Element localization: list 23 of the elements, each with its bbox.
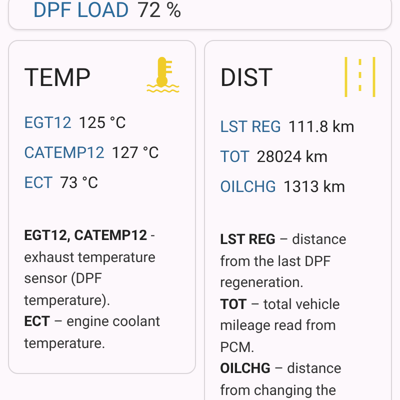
reading-value: 111.8 km [288,116,354,138]
card-title: DIST [220,66,273,91]
coolant-temperature-icon [145,56,181,94]
dpf-load-label: DPF LOAD [33,1,130,22]
reading-value: 127 °C [112,142,159,164]
reading-value: 28024 km [256,146,328,168]
card-title: TEMP [24,66,91,91]
description-text: ECT – engine coolant temperature. [24,313,162,354]
reading-label: LST REG [220,116,282,138]
reading-label: OILCHG [220,176,276,198]
reading-value: 1313 km [283,176,346,198]
reading-value: 73 °C [60,172,98,194]
reading-value: 125 °C [78,112,126,134]
description-text: EGT12, CATEMP12 - exhaust temperature sensor (DPF temperature). [24,227,156,310]
reading-label: TOT [220,146,250,168]
road-icon [343,56,377,98]
description-text: TOT – total vehicle mileage read from PCM. [220,296,341,358]
reading-label: CATEMP12 [24,142,105,164]
reading-label: ECT [24,172,53,194]
description-text: LST REG – distance from the last DPF regeneration. [220,231,348,293]
description-text: OILCHG – distance from changing the [220,360,342,400]
dpf-load-value: 72 % [137,1,182,22]
reading-label: EGT12 [24,112,72,134]
